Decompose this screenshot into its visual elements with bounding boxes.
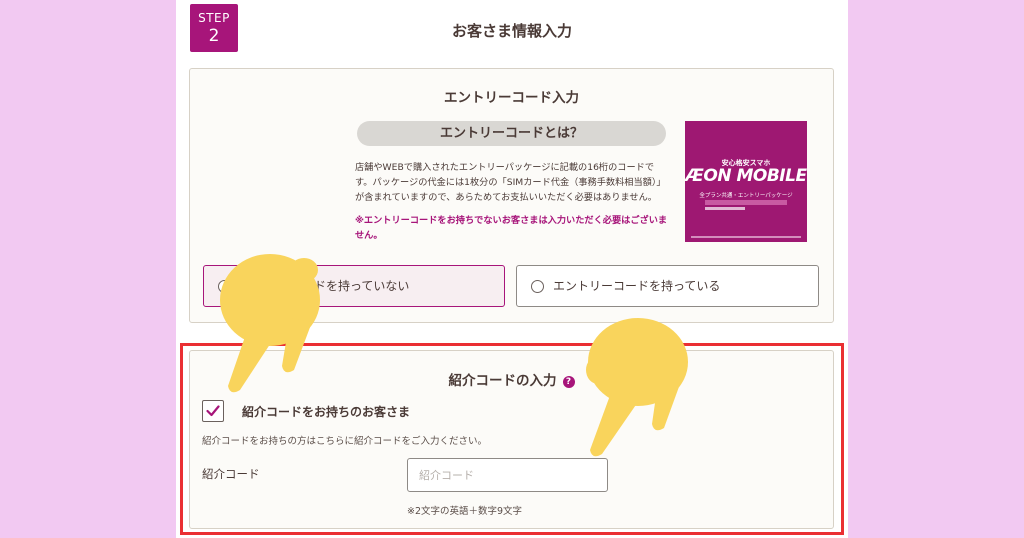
package-stripe (705, 200, 787, 205)
page-title: お客さま情報入力 (451, 22, 572, 40)
highlight-frame (180, 343, 844, 535)
radio-icon[interactable] (218, 280, 231, 293)
package-brand: ÆON MOBILE (685, 166, 807, 186)
entry-package-image: 安心格安スマホ ÆON MOBILE 全プラン共通・エントリーパッケージ (685, 121, 807, 242)
entry-code-note: ※エントリーコードをお持ちでないお客さまは入力いただく必要はございません。 (355, 215, 668, 241)
package-subtitle: 全プラン共通・エントリーパッケージ (699, 193, 793, 199)
option-have-entry-code[interactable]: エントリーコードを持っている (516, 265, 819, 307)
option-label: ドを持っていない (314, 279, 410, 293)
package-footer (691, 236, 801, 238)
option-no-entry-code[interactable]: ドを持っていない (203, 265, 505, 307)
package-stripe (705, 207, 745, 210)
option-label: エントリーコードを持っている (553, 279, 721, 293)
entry-code-description: 店舗やWEBで購入されたエントリーパッケージに記載の16桁のコードです。パッケー… (355, 162, 666, 203)
radio-icon[interactable] (531, 280, 544, 293)
entry-code-title: エントリーコード入力 (444, 90, 579, 106)
what-is-entry-code-button[interactable]: エントリーコードとは？ (357, 121, 666, 146)
